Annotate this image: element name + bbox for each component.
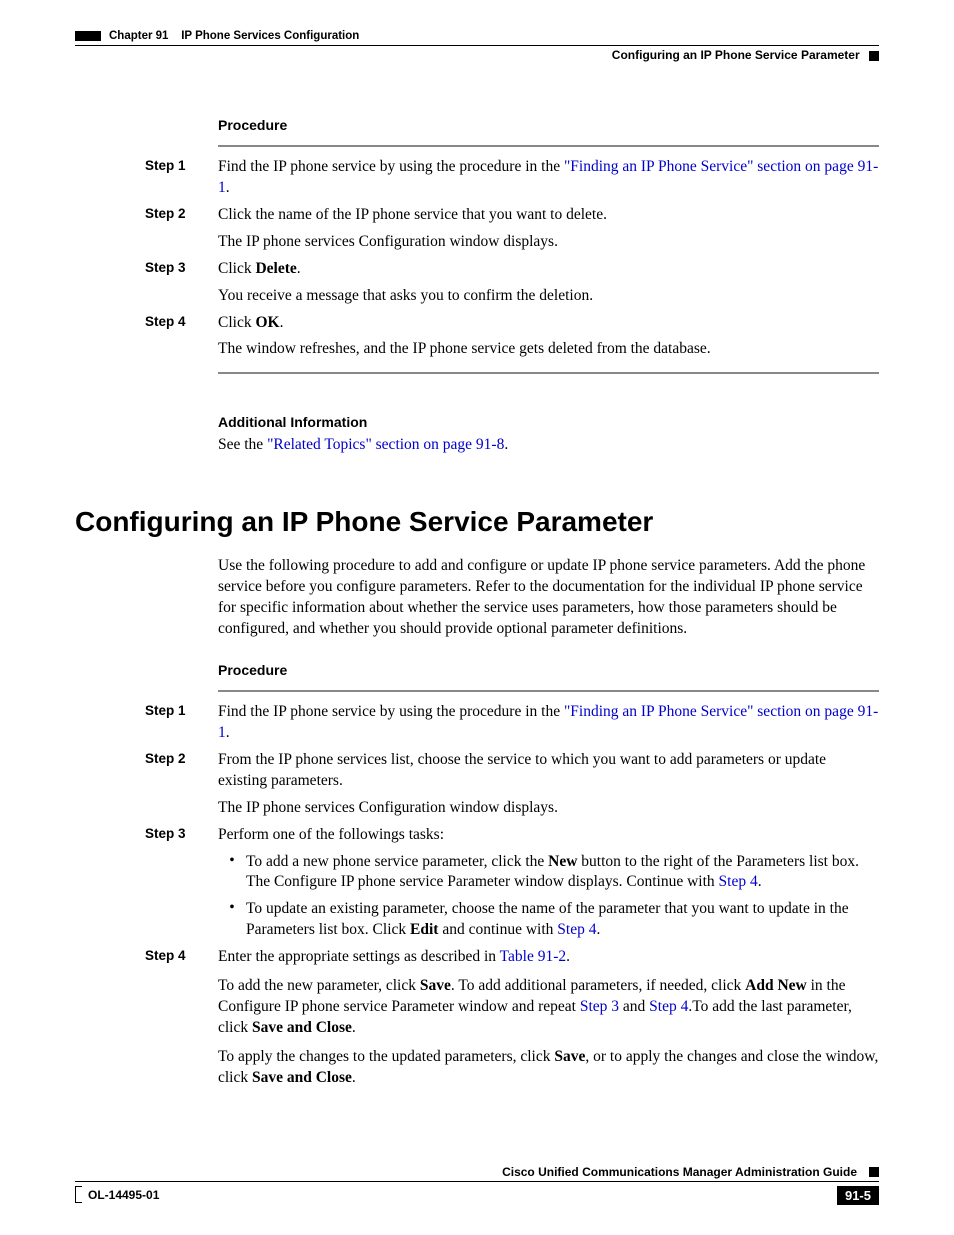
p2-step-1-label: Step 1 bbox=[145, 702, 218, 718]
header-marker-icon bbox=[75, 31, 101, 41]
bullet-1-text: To add a new phone service parameter, cl… bbox=[246, 852, 879, 894]
table-91-2-link[interactable]: Table 91-2 bbox=[500, 948, 567, 965]
page-footer: Cisco Unified Communications Manager Adm… bbox=[75, 1165, 879, 1205]
header-rule bbox=[75, 45, 879, 46]
additional-info-text: See the "Related Topics" section on page… bbox=[218, 435, 879, 456]
step4-link-c[interactable]: Step 4 bbox=[649, 998, 688, 1015]
chapter-label: Chapter 91 IP Phone Services Configurati… bbox=[109, 30, 359, 42]
procedure-rule-2 bbox=[218, 690, 879, 692]
p2-step-2-continuation: The IP phone services Configuration wind… bbox=[218, 798, 879, 819]
page-title: Configuring an IP Phone Service Paramete… bbox=[75, 506, 879, 538]
p2-step-3-text: Perform one of the followings tasks: bbox=[218, 825, 879, 846]
step-3-text: Click Delete. bbox=[218, 259, 879, 280]
p2-step-3-label: Step 3 bbox=[145, 825, 218, 841]
header-marker-small-icon bbox=[869, 51, 879, 61]
step-4-label: Step 4 bbox=[145, 313, 218, 329]
bullet-icon: • bbox=[218, 899, 246, 941]
footer-left-marker-icon bbox=[75, 1186, 82, 1203]
page-number-badge: 91-5 bbox=[837, 1186, 879, 1205]
footer-rule bbox=[75, 1181, 879, 1182]
p2-step-2-label: Step 2 bbox=[145, 750, 218, 766]
p2-step-2-text: From the IP phone services list, choose … bbox=[218, 750, 879, 792]
step-1-label: Step 1 bbox=[145, 157, 218, 173]
p2-step-4-para2: To add the new parameter, click Save. To… bbox=[218, 976, 879, 1039]
step-3-label: Step 3 bbox=[145, 259, 218, 275]
procedure-rule bbox=[218, 145, 879, 147]
procedure-label-1: Procedure bbox=[218, 117, 879, 133]
step4-link-a[interactable]: Step 4 bbox=[719, 873, 758, 890]
step-4-continuation: The window refreshes, and the IP phone s… bbox=[218, 339, 879, 360]
step-2-label: Step 2 bbox=[145, 205, 218, 221]
p2-step-4-text: Enter the appropriate settings as descri… bbox=[218, 947, 879, 968]
intro-paragraph: Use the following procedure to add and c… bbox=[218, 556, 879, 640]
p2-step-4-label: Step 4 bbox=[145, 947, 218, 963]
step4-link-b[interactable]: Step 4 bbox=[557, 921, 596, 938]
step-2-continuation: The IP phone services Configuration wind… bbox=[218, 232, 879, 253]
procedure-label-2: Procedure bbox=[218, 662, 879, 678]
step-1-text: Find the IP phone service by using the p… bbox=[218, 157, 879, 199]
doc-number: OL-14495-01 bbox=[88, 1188, 159, 1202]
section-heading: Configuring an IP Phone Service Paramete… bbox=[612, 48, 860, 62]
p2-step-4-para3: To apply the changes to the updated para… bbox=[218, 1047, 879, 1089]
step-2-text: Click the name of the IP phone service t… bbox=[218, 205, 879, 226]
step-3-continuation: You receive a message that asks you to c… bbox=[218, 286, 879, 307]
footer-guide-title: Cisco Unified Communications Manager Adm… bbox=[502, 1165, 857, 1179]
step3-link[interactable]: Step 3 bbox=[580, 998, 619, 1015]
related-topics-link[interactable]: "Related Topics" section on page 91-8 bbox=[267, 436, 504, 453]
footer-marker-icon bbox=[869, 1167, 879, 1177]
additional-info-label: Additional Information bbox=[218, 414, 879, 430]
procedure-end-rule bbox=[218, 372, 879, 374]
bullet-2-text: To update an existing parameter, choose … bbox=[246, 899, 879, 941]
p2-step-1-text: Find the IP phone service by using the p… bbox=[218, 702, 879, 744]
step-4-text: Click OK. bbox=[218, 313, 879, 334]
bullet-icon: • bbox=[218, 852, 246, 894]
